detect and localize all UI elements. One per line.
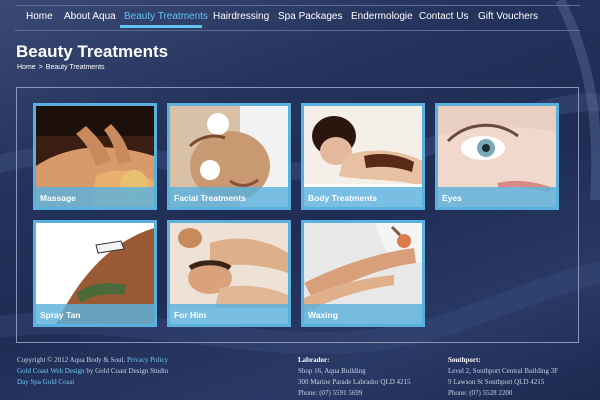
web-design-credit: by Gold Coast Design Studio (86, 367, 169, 375)
nav-about-aqua[interactable]: About Aqua (64, 6, 116, 30)
tile-label-massage: Massage (40, 193, 76, 203)
tile-waxing[interactable]: Waxing (301, 220, 425, 327)
tile-facial-treatments[interactable]: Facial Treatments (167, 103, 291, 210)
tile-eyes[interactable]: Eyes (435, 103, 559, 210)
footer-southport: Southport: Level 2, Southport Central Bu… (448, 355, 558, 399)
southport-address-2: 9 Lawson St Southport QLD 4215 (448, 378, 545, 386)
privacy-policy-link[interactable]: Privacy Policy (127, 356, 168, 364)
nav-spa-packages[interactable]: Spa Packages (278, 6, 343, 30)
nav-gift-vouchers[interactable]: Gift Vouchers (478, 6, 538, 30)
breadcrumb-home[interactable]: Home (17, 64, 36, 71)
southport-address-1: Level 2, Southport Central Building 3F (448, 367, 559, 375)
active-nav-indicator (120, 25, 202, 28)
copyright-text: Copyright © 2012 Aqua Body & Soul. (17, 356, 126, 364)
breadcrumb-separator: > (38, 64, 43, 71)
tile-massage[interactable]: Massage (33, 103, 157, 210)
main-navigation: Home About Aqua Beauty Treatments Hairdr… (15, 5, 580, 31)
tile-label-waxing: Waxing (308, 310, 338, 320)
nav-endermologie[interactable]: Endermologie (351, 6, 413, 30)
footer-labrador: Labrador: Shop 16, Aqua Building 300 Mar… (298, 355, 411, 399)
southport-phone: Phone: (07) 5528 2200 (448, 389, 513, 397)
tile-label-eyes: Eyes (442, 193, 462, 203)
day-spa-link[interactable]: Day Spa Gold Coast (17, 378, 74, 386)
tile-spray-tan[interactable]: Spray Tan (33, 220, 157, 327)
footer-links: Copyright © 2012 Aqua Body & Soul. Priva… (17, 355, 168, 388)
labrador-address-1: Shop 16, Aqua Building (298, 367, 366, 375)
labrador-heading: Labrador: (298, 356, 330, 364)
tile-label-for-him: For Him (174, 310, 207, 320)
page-title: Beauty Treatments (16, 42, 169, 61)
footer: Copyright © 2012 Aqua Body & Soul. Priva… (0, 352, 600, 400)
tile-label-spray-tan: Spray Tan (40, 310, 81, 320)
breadcrumb-current: Beauty Treatments (45, 64, 105, 71)
nav-contact-us[interactable]: Contact Us (419, 6, 468, 30)
tile-body-treatments[interactable]: Body Treatments (301, 103, 425, 210)
tile-for-him[interactable]: For Him (167, 220, 291, 327)
tile-label-body-treatments: Body Treatments (308, 193, 377, 203)
tile-label-facial-treatments: Facial Treatments (174, 193, 246, 203)
web-design-link[interactable]: Gold Coast Web Design (17, 367, 85, 375)
southport-heading: Southport: (448, 356, 481, 364)
labrador-address-2: 300 Marine Parade Labrador QLD 4215 (298, 378, 411, 386)
breadcrumb: Home > Beauty Treatments (17, 64, 105, 71)
labrador-phone: Phone: (07) 5591 5699 (298, 389, 363, 397)
nav-home[interactable]: Home (26, 6, 53, 30)
nav-hairdressing[interactable]: Hairdressing (213, 6, 269, 30)
